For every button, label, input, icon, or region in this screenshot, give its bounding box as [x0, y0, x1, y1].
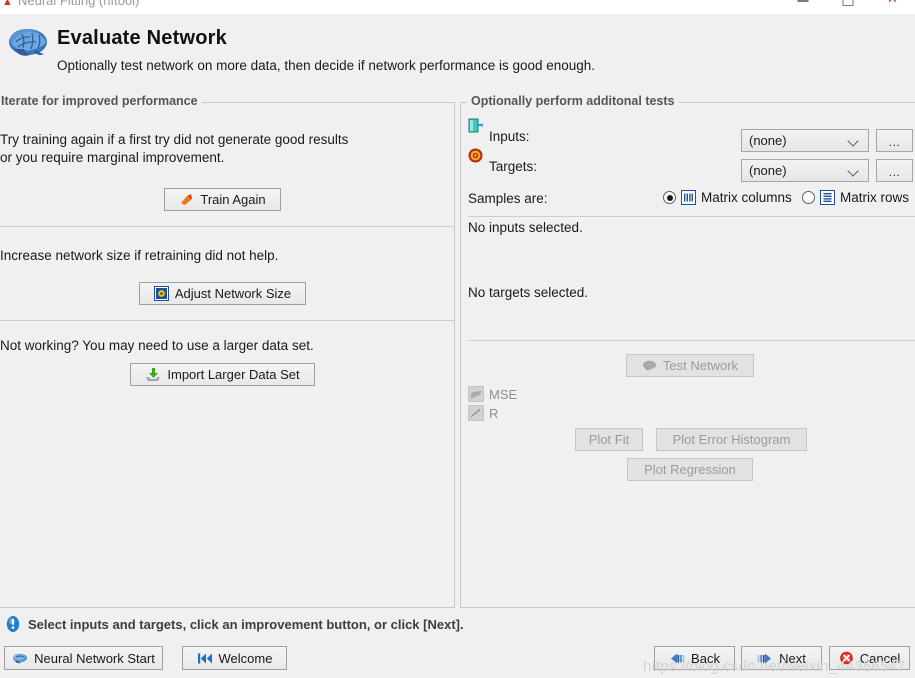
title-bar: ▲ Neural Fitting (nftool) ✕ — [0, 0, 915, 14]
plot-fit-button[interactable]: Plot Fit — [575, 428, 643, 451]
maximize-button[interactable] — [825, 0, 870, 14]
next-button[interactable]: Next — [741, 646, 822, 670]
back-label: Back — [691, 650, 720, 666]
import-larger-data-set-button[interactable]: Import Larger Data Set — [130, 363, 315, 386]
inputs-select-value: (none) — [749, 133, 787, 148]
adjust-network-size-label: Adjust Network Size — [174, 286, 292, 301]
left-divider-2 — [0, 320, 455, 321]
right-divider-1 — [468, 216, 915, 217]
plot-fit-label: Plot Fit — [588, 432, 630, 447]
page-header: Evaluate Network Optionally test network… — [0, 14, 915, 84]
inputs-status-text: No inputs selected. — [468, 220, 583, 235]
welcome-label: Welcome — [218, 650, 273, 666]
targets-status-text: No targets selected. — [468, 285, 589, 300]
chevron-down-icon — [847, 164, 860, 177]
brain-small-icon — [13, 653, 28, 663]
train-again-text-line2: or you require marginal improvement. — [0, 150, 225, 165]
inputs-browse-button[interactable]: ... — [876, 129, 913, 152]
brain-small-icon — [642, 360, 656, 371]
samples-matrix-rows-option[interactable]: Matrix rows — [802, 190, 909, 205]
matrix-rows-radio[interactable] — [802, 191, 815, 204]
page-title: Evaluate Network — [57, 27, 227, 49]
matrix-columns-radio[interactable] — [663, 191, 676, 204]
welcome-button[interactable]: Welcome — [182, 646, 287, 670]
inputs-icon — [468, 118, 483, 133]
minimize-button[interactable] — [780, 0, 825, 14]
train-again-text-line1: Try training again if a first try did no… — [0, 132, 349, 147]
cancel-label: Cancel — [859, 650, 901, 666]
matrix-columns-label: Matrix columns — [701, 190, 792, 205]
brain-icon — [9, 29, 47, 56]
test-network-label: Test Network — [662, 358, 739, 373]
matrix-columns-icon — [681, 190, 696, 205]
page-subtitle: Optionally test network on more data, th… — [57, 58, 596, 73]
iterate-group: Iterate for improved performance — [0, 94, 455, 608]
retrain-icon — [181, 194, 193, 205]
import-larger-data-set-label: Import Larger Data Set — [167, 367, 300, 382]
inputs-browse-label: ... — [888, 135, 901, 149]
matrix-rows-icon — [820, 190, 835, 205]
plot-error-histogram-label: Plot Error Histogram — [672, 432, 791, 447]
samples-matrix-columns-option[interactable]: Matrix columns — [663, 190, 792, 205]
mse-label: MSE — [489, 387, 518, 402]
info-icon — [6, 616, 20, 632]
next-arrow-icon — [757, 653, 772, 663]
window-title: Neural Fitting (nftool) — [18, 0, 140, 8]
train-again-button[interactable]: Train Again — [164, 188, 281, 211]
inputs-select[interactable]: (none) — [741, 129, 869, 152]
neural-network-start-label: Neural Network Start — [34, 650, 155, 666]
status-message: Select inputs and targets, click an impr… — [28, 617, 464, 632]
samples-are-label: Samples are: — [468, 191, 548, 206]
next-label: Next — [779, 650, 806, 666]
matrix-rows-label: Matrix rows — [840, 190, 910, 205]
network-size-icon — [153, 286, 169, 301]
targets-icon — [468, 148, 483, 163]
cancel-button[interactable]: Cancel — [829, 646, 910, 670]
chevron-down-icon — [847, 134, 860, 147]
plot-regression-button[interactable]: Plot Regression — [627, 458, 753, 481]
left-divider-1 — [0, 226, 455, 227]
dialog-body: Evaluate Network Optionally test network… — [0, 14, 915, 678]
rewind-icon — [197, 653, 212, 663]
adjust-size-text: Increase network size if retraining did … — [0, 248, 279, 263]
r-icon — [468, 405, 484, 421]
targets-browse-button[interactable]: ... — [876, 159, 913, 182]
targets-label: Targets: — [489, 159, 538, 174]
import-icon — [146, 368, 161, 381]
targets-browse-label: ... — [888, 165, 901, 179]
back-button[interactable]: Back — [654, 646, 735, 670]
close-button[interactable]: ✕ — [870, 0, 915, 14]
targets-select[interactable]: (none) — [741, 159, 869, 182]
iterate-group-legend: Iterate for improved performance — [0, 94, 202, 108]
import-data-text: Not working? You may need to use a large… — [0, 338, 314, 353]
additional-tests-group-legend: Optionally perform additonal tests — [467, 94, 679, 108]
adjust-network-size-button[interactable]: Adjust Network Size — [139, 282, 306, 305]
app-icon: ▲ — [2, 0, 13, 8]
plot-regression-label: Plot Regression — [644, 462, 736, 477]
mse-icon — [468, 386, 484, 402]
window-controls: ✕ — [780, 0, 915, 14]
neural-network-start-button[interactable]: Neural Network Start — [4, 646, 163, 670]
back-arrow-icon — [671, 653, 685, 663]
r-label: R — [489, 406, 499, 421]
test-network-button[interactable]: Test Network — [626, 354, 754, 377]
inputs-label: Inputs: — [489, 129, 530, 144]
plot-error-histogram-button[interactable]: Plot Error Histogram — [656, 428, 807, 451]
cancel-icon — [839, 651, 853, 665]
right-divider-2 — [468, 340, 915, 341]
train-again-label: Train Again — [200, 192, 266, 207]
targets-select-value: (none) — [749, 163, 787, 178]
